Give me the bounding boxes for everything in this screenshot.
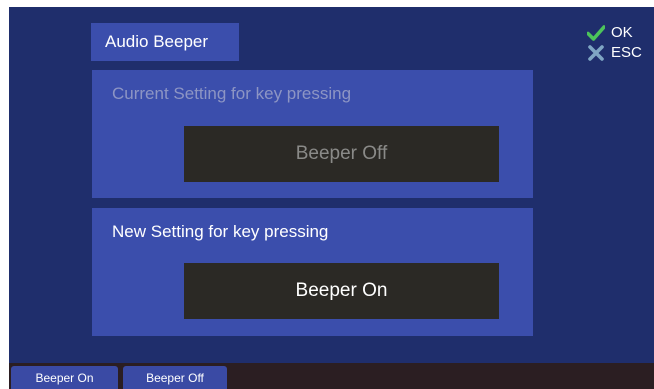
esc-label: ESC <box>611 44 642 61</box>
beeper-off-softkey-label: Beeper Off <box>146 370 204 385</box>
beeper-on-softkey[interactable]: Beeper On <box>11 366 118 389</box>
page-title: Audio Beeper <box>91 23 239 61</box>
new-setting-value-text: Beeper On <box>295 280 388 301</box>
current-setting-panel: Current Setting for key pressing Beeper … <box>92 70 533 198</box>
x-icon <box>587 45 605 61</box>
new-setting-heading: New Setting for key pressing <box>112 222 329 241</box>
softkey-bar: Beeper On Beeper Off <box>9 363 654 389</box>
esc-action[interactable]: ESC <box>587 44 651 62</box>
new-setting-value[interactable]: Beeper On <box>184 263 499 319</box>
ok-action[interactable]: OK <box>587 24 651 42</box>
current-setting-value-text: Beeper Off <box>295 143 388 164</box>
current-setting-heading: Current Setting for key pressing <box>112 84 352 103</box>
page-title-text: Audio Beeper <box>105 32 209 51</box>
beeper-off-softkey[interactable]: Beeper Off <box>123 366 227 389</box>
beeper-on-softkey-label: Beeper On <box>35 370 94 385</box>
new-setting-panel: New Setting for key pressing Beeper On <box>92 208 533 336</box>
ok-label: OK <box>611 24 633 41</box>
checkmark-icon <box>587 25 605 41</box>
current-setting-value: Beeper Off <box>184 126 499 182</box>
action-hints: OK ESC <box>587 24 651 64</box>
screen: Audio Beeper OK ESC Current Setting for … <box>9 7 654 389</box>
